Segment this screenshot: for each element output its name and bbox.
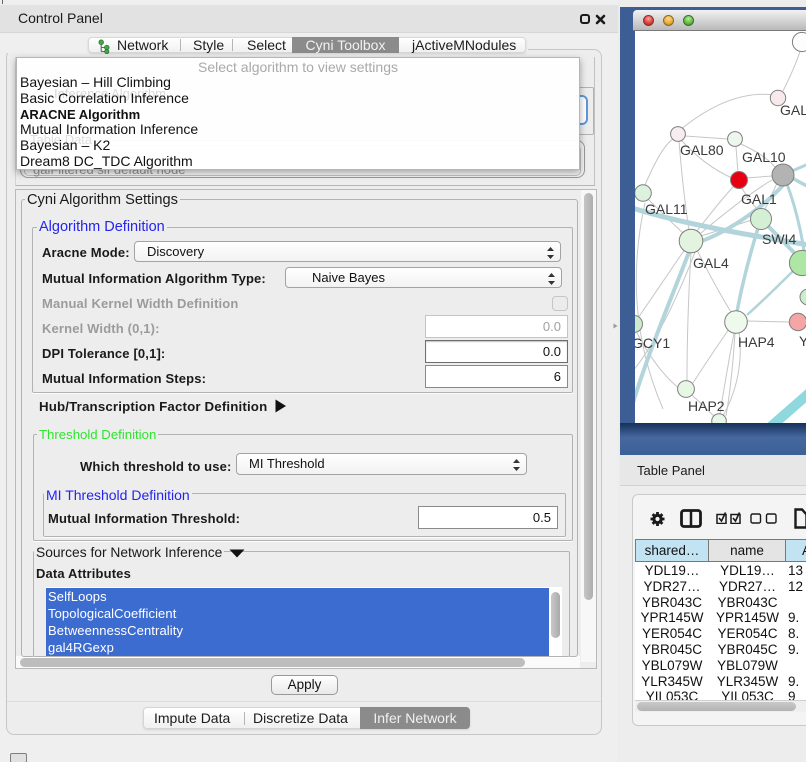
svg-text:GAL11: GAL11 bbox=[645, 201, 688, 217]
svg-text:GAL10: GAL10 bbox=[742, 149, 786, 165]
svg-text:HAP2: HAP2 bbox=[688, 398, 725, 414]
svg-text:GAL80: GAL80 bbox=[680, 142, 724, 158]
svg-text:Y: Y bbox=[799, 333, 806, 349]
svg-text:HAP4: HAP4 bbox=[738, 334, 775, 350]
svg-text:GAL: GAL bbox=[780, 102, 806, 118]
svg-text:GCY1: GCY1 bbox=[635, 335, 670, 351]
svg-text:SWI4: SWI4 bbox=[762, 231, 796, 247]
svg-text:GAL4: GAL4 bbox=[693, 255, 729, 271]
svg-text:GAL1: GAL1 bbox=[741, 191, 777, 207]
